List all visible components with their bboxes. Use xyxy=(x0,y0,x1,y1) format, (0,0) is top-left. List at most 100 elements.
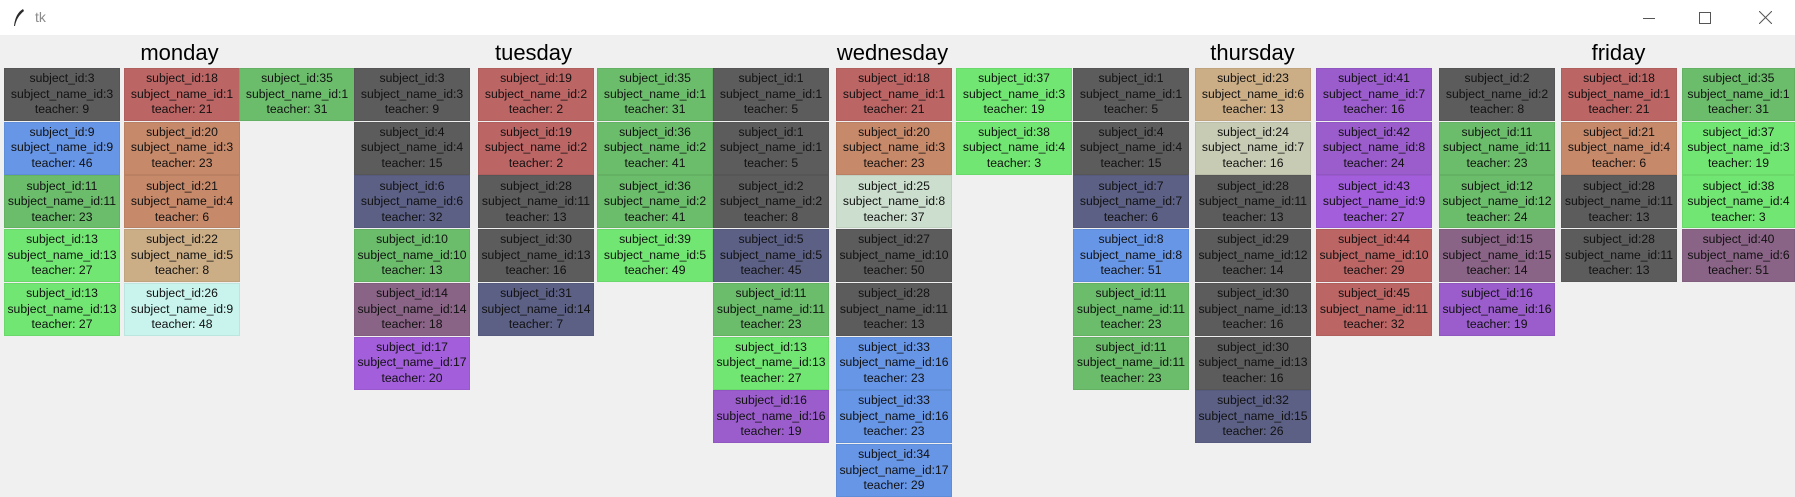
subject-name-text: subject_name_id:10 xyxy=(357,247,467,262)
subject-name-text: subject_name_id:11 xyxy=(1319,301,1429,316)
subject-name-text: subject_name_id:11 xyxy=(1442,140,1552,155)
teacher-text: teacher: 2 xyxy=(508,155,564,170)
lesson-cell: subject_id:1 subject_name_id:1 teacher: 5 xyxy=(1073,68,1189,121)
subject-name-text: subject_name_id:8 xyxy=(1322,140,1426,155)
teacher-text: teacher: 5 xyxy=(1103,102,1159,117)
lesson-cell: subject_id:6 subject_name_id:6 teacher: 32 xyxy=(354,175,470,229)
subject-name-text: subject_name_id:9 xyxy=(130,301,234,316)
maximize-button[interactable] xyxy=(1682,0,1728,35)
title-bar: tk xyxy=(0,0,1795,35)
teacher-text: teacher: 27 xyxy=(31,317,93,332)
teacher-text: teacher: 29 xyxy=(1343,263,1405,278)
lesson-cell: subject_id:1 subject_name_id:1 teacher: 5 xyxy=(713,121,829,175)
lesson-cell: subject_id:44 subject_name_id:10 teacher: … xyxy=(1316,229,1432,283)
subject-name-text: subject_name_id:17 xyxy=(839,462,949,477)
teacher-text: teacher: 13 xyxy=(1588,263,1650,278)
subject-name-text: subject_name_id:11 xyxy=(1564,194,1674,209)
subject-name-text: subject_name_id:3 xyxy=(962,86,1066,101)
lesson-cell: subject_id:14 subject_name_id:14 teacher: … xyxy=(354,282,470,336)
day-header-monday: monday xyxy=(140,40,219,65)
subject-id-text: subject_id:1 xyxy=(738,124,804,139)
teacher-text: teacher: 16 xyxy=(1222,317,1284,332)
subject-name-text: subject_name_id:11 xyxy=(7,194,117,209)
teacher-text: teacher: 23 xyxy=(1100,370,1162,385)
teacher-text: teacher: 26 xyxy=(1222,424,1284,439)
subject-id-text: subject_id:2 xyxy=(738,178,804,193)
subject-name-text: subject_name_id:13 xyxy=(481,247,591,262)
lesson-cell: subject_id:28 subject_name_id:11 teacher: … xyxy=(1561,229,1677,283)
lesson-cell: subject_id:4 subject_name_id:4 teacher: 15 xyxy=(354,121,470,175)
subject-id-text: subject_id:16 xyxy=(735,393,807,408)
lesson-cell: subject_id:35 subject_name_id:1 teacher: 3… xyxy=(1682,68,1795,121)
subject-name-text: subject_name_id:2 xyxy=(484,86,588,101)
subject-id-text: subject_id:19 xyxy=(500,124,572,139)
minimize-button[interactable] xyxy=(1626,0,1672,35)
teacher-text: teacher: 13 xyxy=(863,317,925,332)
lesson-cell: subject_id:22 subject_name_id:5 teacher: 8 xyxy=(124,229,240,283)
lesson-cell: subject_id:37 subject_name_id:3 teacher: 1… xyxy=(1682,121,1795,175)
lesson-cell: subject_id:25 subject_name_id:8 teacher: 3… xyxy=(836,175,952,229)
teacher-text: teacher: 31 xyxy=(624,102,686,117)
lesson-cell: subject_id:30 subject_name_id:13 teacher: … xyxy=(1195,282,1311,336)
close-button[interactable] xyxy=(1742,0,1788,35)
subject-id-text: subject_id:39 xyxy=(619,232,691,247)
subject-id-text: subject_id:23 xyxy=(1217,71,1289,86)
lesson-cell: subject_id:35 subject_name_id:1 teacher: 3… xyxy=(239,68,355,121)
teacher-text: teacher: 19 xyxy=(1466,317,1528,332)
teacher-text: teacher: 6 xyxy=(1591,155,1647,170)
subject-id-text: subject_id:20 xyxy=(146,124,218,139)
subject-id-text: subject_id:38 xyxy=(978,124,1050,139)
subject-id-text: subject_id:21 xyxy=(146,178,218,193)
close-icon xyxy=(1758,11,1772,24)
subject-id-text: subject_id:32 xyxy=(1217,393,1289,408)
subject-id-text: subject_id:28 xyxy=(1217,178,1289,193)
teacher-text: teacher: 8 xyxy=(1469,102,1525,117)
lesson-cell: subject_id:27 subject_name_id:10 teacher: … xyxy=(836,229,952,283)
subject-name-text: subject_name_id:9 xyxy=(1322,194,1426,209)
subject-id-text: subject_id:2 xyxy=(1464,71,1530,86)
timetable-area: monday subject_id:3 subject_name_id:3 teach… xyxy=(0,35,1795,497)
subject-id-text: subject_id:6 xyxy=(379,178,445,193)
subject-id-text: subject_id:44 xyxy=(1338,232,1410,247)
teacher-text: teacher: 6 xyxy=(1103,209,1159,224)
subject-name-text: subject_name_id:12 xyxy=(1198,247,1308,262)
subject-id-text: subject_id:11 xyxy=(1461,124,1533,139)
subject-id-text: subject_id:40 xyxy=(1702,232,1775,247)
subject-name-text: subject_name_id:4 xyxy=(1567,140,1671,155)
teacher-text: teacher: 14 xyxy=(1222,263,1284,278)
teacher-text: teacher: 3 xyxy=(986,155,1042,170)
teacher-text: teacher: 46 xyxy=(31,155,93,170)
lesson-cell: subject_id:1 subject_name_id:1 teacher: 5 xyxy=(713,68,829,121)
teacher-text: teacher: 19 xyxy=(1708,155,1769,170)
teacher-text: teacher: 23 xyxy=(740,317,802,332)
subject-name-text: subject_name_id:5 xyxy=(719,247,823,262)
lesson-cell: subject_id:5 subject_name_id:5 teacher: 45 xyxy=(713,229,829,283)
lesson-cell: subject_id:2 subject_name_id:2 teacher: 8 xyxy=(1439,68,1555,121)
teacher-text: teacher: 8 xyxy=(743,209,799,224)
lesson-cell: subject_id:18 subject_name_id:1 teacher: 2… xyxy=(124,68,240,121)
lesson-cell: subject_id:19 subject_name_id:2 teacher: 2 xyxy=(478,121,594,175)
lesson-cell: subject_id:2 subject_name_id:2 teacher: 8 xyxy=(713,175,829,229)
subject-id-text: subject_id:18 xyxy=(1583,71,1655,86)
lesson-cell: subject_id:13 subject_name_id:13 teacher: … xyxy=(4,282,120,336)
subject-id-text: subject_id:27 xyxy=(858,232,930,247)
subject-name-text: subject_name_id:10 xyxy=(1319,247,1429,262)
subject-id-text: subject_id:3 xyxy=(379,71,445,86)
subject-id-text: subject_id:36 xyxy=(619,178,691,193)
subject-name-text: subject_name_id:1 xyxy=(842,86,946,101)
lesson-cell: subject_id:30 subject_name_id:13 teacher: … xyxy=(478,229,594,283)
teacher-text: teacher: 13 xyxy=(1588,209,1650,224)
teacher-text: teacher: 21 xyxy=(863,102,925,117)
lesson-cell: subject_id:24 subject_name_id:7 teacher: 1… xyxy=(1195,121,1311,175)
maximize-icon xyxy=(1699,11,1711,24)
subject-name-text: subject_name_id:1 xyxy=(1079,86,1183,101)
subject-id-text: subject_id:30 xyxy=(1217,286,1289,301)
teacher-text: teacher: 16 xyxy=(1222,370,1284,385)
teacher-text: teacher: 45 xyxy=(740,263,802,278)
subject-name-text: subject_name_id:16 xyxy=(839,355,949,370)
lesson-cell: subject_id:20 subject_name_id:3 teacher: 2… xyxy=(836,121,952,175)
subject-id-text: subject_id:35 xyxy=(1702,71,1775,86)
subject-id-text: subject_id:17 xyxy=(376,339,448,354)
lesson-cell: subject_id:3 subject_name_id:3 teacher: 9 xyxy=(4,68,120,121)
lesson-cell: subject_id:31 subject_name_id:14 teacher: … xyxy=(478,282,594,336)
